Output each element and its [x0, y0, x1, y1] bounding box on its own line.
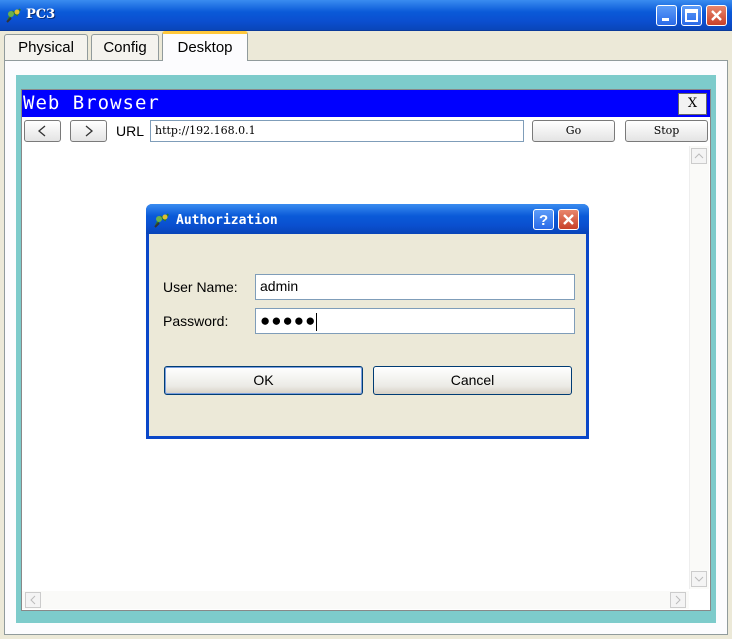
scroll-left-arrow-icon[interactable]: [25, 592, 41, 608]
browser-nav-bar: URL http://192.168.0.1 Go Stop: [22, 117, 710, 145]
authorization-dialog: Authorization ? User Name: admin Passwor…: [146, 204, 589, 439]
scroll-up-arrow-icon[interactable]: [691, 148, 707, 164]
horizontal-scrollbar[interactable]: [22, 591, 689, 609]
dialog-app-icon: [153, 211, 171, 229]
dialog-close-button[interactable]: [558, 209, 579, 230]
browser-close-button[interactable]: X: [678, 93, 707, 115]
tab-desktop[interactable]: Desktop: [162, 31, 248, 61]
app-icon: [5, 6, 23, 24]
help-button[interactable]: ?: [533, 209, 554, 230]
chevron-right-icon: [85, 125, 94, 137]
back-button[interactable]: [24, 120, 61, 142]
username-label: User Name:: [163, 279, 238, 295]
tab-config[interactable]: Config: [91, 34, 159, 60]
chevron-left-icon: [37, 125, 46, 137]
vertical-scrollbar[interactable]: [689, 146, 709, 589]
close-icon: [563, 214, 574, 225]
username-input[interactable]: admin: [255, 274, 575, 300]
browser-title-bar: Web Browser X: [22, 90, 710, 117]
cancel-button[interactable]: Cancel: [373, 366, 572, 395]
maximize-button[interactable]: [681, 5, 702, 26]
tab-physical[interactable]: Physical: [4, 34, 88, 60]
dialog-title-bar[interactable]: Authorization ?: [146, 204, 589, 234]
close-button[interactable]: [706, 5, 727, 26]
stop-button[interactable]: Stop: [625, 120, 708, 142]
text-caret: [316, 312, 318, 331]
minimize-button[interactable]: [656, 5, 677, 26]
svg-text:?: ?: [539, 212, 548, 229]
question-mark-icon: ?: [539, 212, 548, 229]
password-label: Password:: [163, 313, 229, 329]
url-label: URL: [116, 123, 145, 139]
window-title: PC3: [26, 7, 56, 22]
go-button[interactable]: Go: [532, 120, 615, 142]
password-mask: ●●●●●: [260, 311, 317, 330]
ok-button[interactable]: OK: [164, 366, 363, 395]
password-input[interactable]: ●●●●●: [255, 308, 575, 334]
window-title-bar[interactable]: PC3: [0, 0, 732, 31]
url-input[interactable]: http://192.168.0.1: [150, 120, 524, 142]
scroll-down-arrow-icon[interactable]: [691, 571, 707, 587]
dialog-title: Authorization: [176, 213, 278, 228]
browser-title: Web Browser: [23, 92, 160, 114]
forward-button[interactable]: [70, 120, 107, 142]
scroll-right-arrow-icon[interactable]: [670, 592, 686, 608]
